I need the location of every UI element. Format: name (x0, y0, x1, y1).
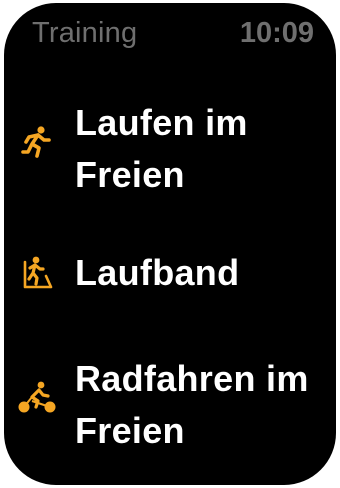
workout-label-line: Laufen im (75, 102, 248, 143)
watch-screen: Training 10:09 Laufen im Freien Laufband (4, 3, 336, 485)
outdoor-run-icon (20, 125, 54, 159)
outdoor-cycle-icon (17, 381, 57, 415)
workout-item-outdoor-cycle[interactable]: Radfahren im Freien (4, 353, 336, 457)
status-bar: Training 10:09 (32, 17, 314, 53)
workout-label: Laufband (75, 247, 325, 299)
workout-label-line: Radfahren im (75, 358, 309, 399)
workout-item-treadmill[interactable]: Laufband (4, 247, 336, 299)
workout-item-outdoor-run[interactable]: Laufen im Freien (4, 97, 336, 201)
workout-label-line: Freien (75, 154, 185, 195)
workout-label: Laufen im Freien (75, 97, 325, 201)
treadmill-icon (20, 256, 54, 290)
workout-label-line: Freien (75, 410, 185, 451)
workout-label-line: Laufband (75, 252, 240, 293)
screen-title: Training (32, 17, 138, 49)
workout-label: Radfahren im Freien (75, 353, 325, 457)
clock-time: 10:09 (239, 17, 314, 49)
